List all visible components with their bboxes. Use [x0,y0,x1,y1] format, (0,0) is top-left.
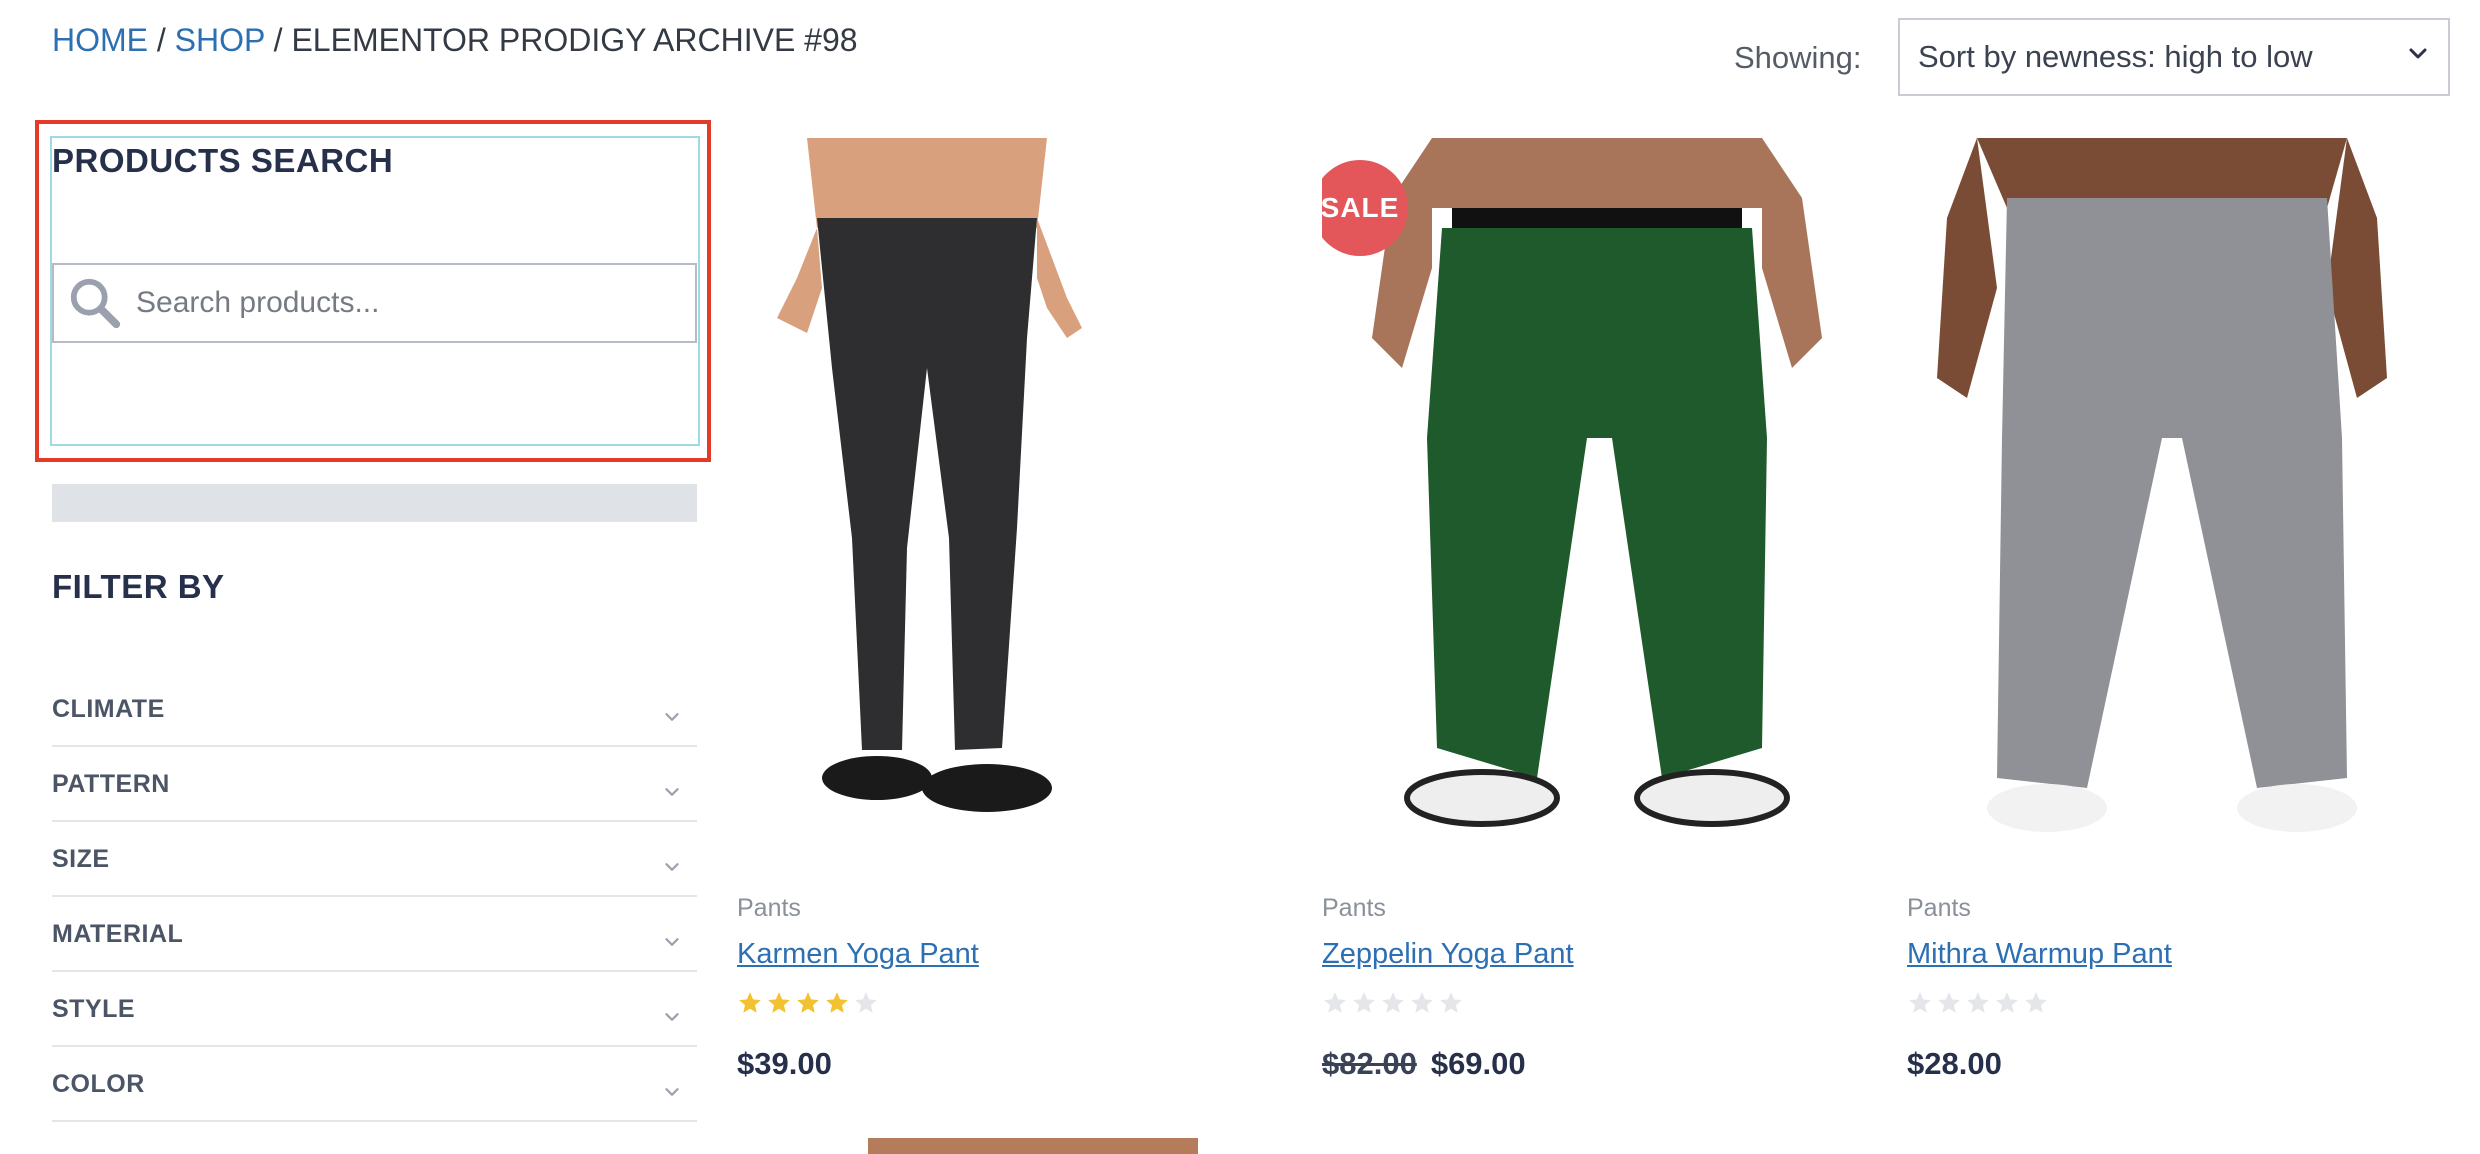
breadcrumb-current: ELEMENTOR PRODIGY ARCHIVE #98 [291,22,858,58]
filter-size[interactable]: SIZE [52,822,697,897]
filter-style[interactable]: STYLE [52,972,697,1047]
filter-label: SIZE [52,845,110,873]
chevron-down-icon [2409,48,2427,59]
breadcrumb-separator: / [273,22,283,58]
product-image[interactable] [1907,138,2447,854]
filter-label: STYLE [52,995,136,1023]
chevron-down-icon [665,1013,679,1021]
search-field[interactable] [52,263,697,343]
star-empty-icon [1411,992,1433,1013]
product-category: Pants [1322,894,1386,922]
chevron-down-icon [665,713,679,721]
chevron-down-icon [665,1088,679,1096]
current-price: $39.00 [737,1046,832,1081]
star-rating [737,990,879,1016]
product-image[interactable] [737,138,1277,854]
star-empty-icon [1324,992,1346,1013]
star-empty-icon [1440,992,1462,1013]
star-filled-icon [797,992,819,1013]
product-card[interactable]: SALE Pants Zeppelin Yoga Pant $82.00 $69.… [1322,138,1862,1081]
filter-climate[interactable]: CLIMATE [52,672,697,747]
product-category: Pants [1907,894,1971,922]
sidebar-divider-bar [52,484,697,522]
sort-selected-value: Sort by newness: high to low [1918,39,2313,74]
breadcrumb-shop-link[interactable]: SHOP [175,22,265,58]
product-price: $82.00 $69.00 [1322,1046,1526,1082]
filter-label: PATTERN [52,770,170,798]
chevron-down-icon [665,863,679,871]
sort-label: Showing: [1734,40,1862,75]
product-photo [777,138,1082,812]
current-price: $69.00 [1430,1046,1526,1081]
search-icon[interactable] [66,274,124,332]
chevron-down-icon [665,938,679,946]
product-name-link[interactable]: Karmen Yoga Pant [737,938,979,971]
filter-label: MATERIAL [52,920,184,948]
star-empty-icon [1382,992,1404,1013]
star-empty-icon [1909,992,1931,1013]
current-price: $28.00 [1907,1046,2002,1081]
filter-color[interactable]: COLOR [52,1047,697,1122]
star-filled-icon [768,992,790,1013]
product-price: $28.00 [1907,1046,2002,1082]
star-rating [1907,990,2049,1016]
product-category: Pants [737,894,801,922]
filter-list: CLIMATE PATTERN SIZE MATERIAL STYLE COLO… [52,672,697,1122]
breadcrumb-separator: / [156,22,166,58]
breadcrumb-home-link[interactable]: HOME [52,22,148,58]
original-price: $82.00 [1322,1046,1417,1081]
filter-title: FILTER BY [52,568,225,605]
star-filled-icon [739,992,761,1013]
product-image[interactable]: SALE [1322,138,1862,854]
filter-material[interactable]: MATERIAL [52,897,697,972]
product-card[interactable]: Pants Mithra Warmup Pant $28.00 [1907,138,2447,1081]
sort-select[interactable]: Sort by newness: high to low [1898,18,2450,96]
product-name-link[interactable]: Zeppelin Yoga Pant [1322,938,1574,971]
filter-label: CLIMATE [52,695,165,723]
product-image-next-row[interactable] [868,1138,1198,1154]
product-photo [1372,138,1822,827]
search-widget-title: PRODUCTS SEARCH [52,142,394,179]
star-empty-icon [1353,992,1375,1013]
product-card[interactable]: Pants Karmen Yoga Pant $39.00 [737,138,1277,1081]
product-photo [1937,138,2387,832]
product-price: $39.00 [737,1046,832,1082]
filter-label: COLOR [52,1070,145,1098]
star-empty-icon [2025,992,2047,1013]
star-empty-icon [1967,992,1989,1013]
star-empty-icon [1996,992,2018,1013]
chevron-down-icon [665,788,679,796]
product-name-link[interactable]: Mithra Warmup Pant [1907,938,2172,971]
search-input[interactable] [136,286,656,320]
star-empty-icon [1938,992,1960,1013]
star-rating [1322,990,1464,1016]
filter-pattern[interactable]: PATTERN [52,747,697,822]
star-filled-icon [826,992,848,1013]
breadcrumb: HOME / SHOP / ELEMENTOR PRODIGY ARCHIVE … [52,22,858,59]
star-empty-icon [855,992,877,1013]
